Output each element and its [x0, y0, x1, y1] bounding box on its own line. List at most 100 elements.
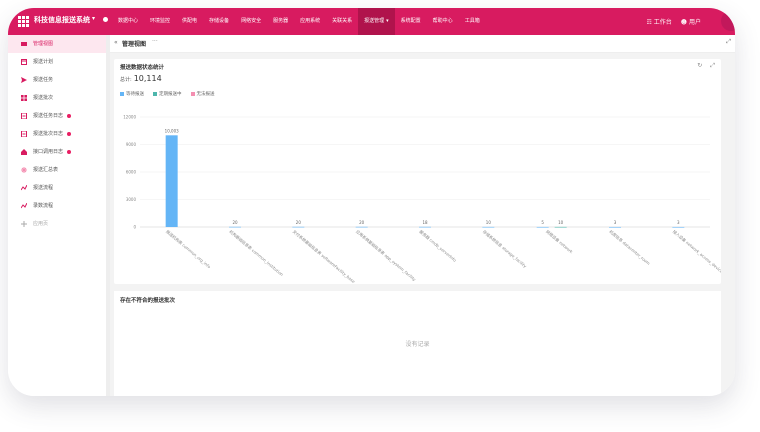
sidebar-item-label: 报送计划 [33, 59, 54, 65]
refresh-icon[interactable]: ↻ [697, 62, 702, 69]
nav-item-label: 数据中心 [118, 18, 139, 24]
total-count: 总计: 10,114 [120, 74, 162, 83]
sidebar-item-7[interactable]: 报送汇总表 [8, 161, 106, 179]
data-label: 10 [486, 220, 492, 225]
chevron-down-icon[interactable]: ▾ [92, 15, 95, 22]
x-tick-label: 网络设备 network [545, 228, 575, 255]
sidebar-item-label: 报送汇总表 [33, 167, 59, 173]
nav-item-label: 网络安全 [241, 18, 262, 24]
nav-item-label: 供配电 [182, 18, 198, 24]
app-window: 科技信息报送系统 ▾ 数据中心 环境监控 供配电 存储设备 网络安全 服务器 应用系统 关联关… [8, 8, 735, 396]
bar-2-0 [292, 226, 305, 228]
sidebar-item-8[interactable]: 报送流程 [8, 179, 106, 197]
sidebar-item-6[interactable]: 接口调用日志 [8, 143, 106, 161]
y-tick-label: 3000 [126, 197, 137, 202]
bar-5-0 [482, 226, 495, 228]
status-dot-icon [103, 17, 108, 22]
sidebar-item-label: 报送任务 [33, 77, 54, 83]
nav-item-label: 报送管理 [364, 18, 385, 24]
calendar-icon [21, 59, 27, 65]
legend-label: 定期报送中 [159, 92, 182, 97]
x-tick-label: 应用系统基础信息表 app_system_facility [355, 228, 418, 282]
flow-icon [21, 185, 27, 191]
sidebar-item-label: 报送批次 [33, 95, 54, 101]
data-label: 3 [677, 220, 680, 225]
tab-management-view[interactable]: 管理视图 [122, 39, 146, 48]
bar-0-0 [165, 135, 178, 227]
legend-label: 等待报送 [126, 92, 144, 97]
chevron-down-icon: ▾ [386, 18, 389, 24]
fullscreen-icon[interactable]: ⤢ [726, 38, 731, 46]
legend-swatch [190, 91, 195, 96]
more-icon[interactable]: ··· [152, 38, 158, 45]
legend-item[interactable]: 无法报送 [190, 91, 215, 97]
x-tick-label: 服务器 cmdb_serverInfo [418, 228, 458, 263]
nav-item-2[interactable]: 供配电 [176, 8, 203, 35]
notification-badge-icon [67, 131, 72, 136]
nav-item-7[interactable]: 关联关系 [326, 8, 358, 35]
legend-label: 无法报送 [196, 92, 215, 97]
sidebar-item-4[interactable]: 报送任务日志 [8, 107, 106, 125]
bar-6-0 [536, 226, 549, 228]
search-button[interactable] [721, 11, 735, 31]
apps-grid-icon[interactable] [18, 16, 29, 27]
nav-item-6[interactable]: 应用系统 [294, 8, 326, 35]
nav-item-8[interactable]: 报送管理 ▾ [358, 8, 395, 35]
data-label: 10 [558, 220, 564, 225]
sidebar-item-1[interactable]: 报送计划 [8, 53, 106, 71]
status-bar-chart: 0 3000 6000 9000 12000 10,003 报送机构表 common_org… [123, 115, 721, 285]
data-label: 20 [359, 220, 365, 225]
nav-item-label: 工具箱 [464, 18, 480, 24]
sidebar-item-3[interactable]: 报送批次 [8, 89, 106, 107]
sidebar-item-5[interactable]: 报送批次日志 [8, 125, 106, 143]
sidebar-item-9[interactable]: 录数流程 [8, 197, 106, 215]
grid-icon [21, 95, 27, 101]
sidebar-item-2[interactable]: 报送任务 [8, 71, 106, 89]
home-icon [21, 149, 27, 155]
notification-badge-icon [67, 149, 72, 154]
app-title[interactable]: 科技信息报送系统 [34, 15, 90, 25]
legend-item[interactable]: 等待报送 [120, 91, 144, 97]
nav-item-11[interactable]: 工具箱 [459, 8, 486, 35]
legend-item[interactable]: 定期报送中 [153, 91, 182, 97]
legend-swatch [120, 91, 124, 96]
nav-item-label: 系统配置 [400, 18, 421, 24]
sidebar-item-10[interactable]: 应用页 [8, 215, 106, 233]
workbench-button[interactable]: ☶ 工作台 [646, 17, 671, 26]
y-tick-label: 0 [133, 225, 136, 230]
nav-item-0[interactable]: 数据中心 [112, 8, 144, 35]
bar-6-1 [554, 226, 567, 228]
bar-4-0 [419, 226, 431, 228]
x-tick-label: 交付系统基础信息表 softwareFacility_base [292, 228, 357, 284]
data-label: 5 [541, 220, 544, 225]
collapse-sidebar-icon[interactable]: « [114, 39, 118, 46]
sidebar-item-label: 报送任务日志 [33, 113, 64, 119]
nav-item-9[interactable]: 系统配置 [395, 8, 427, 35]
nav-item-3[interactable]: 存储设备 [203, 8, 235, 35]
y-tick-label: 6000 [126, 170, 137, 175]
sidebar-item-label: 报送流程 [33, 185, 54, 191]
nav-item-4[interactable]: 网络安全 [235, 8, 267, 35]
nav-item-1[interactable]: 环境监控 [144, 8, 176, 35]
x-tick-label: 接入设备 network_access_device [672, 228, 721, 274]
card-tools: ↻ ⤢ [691, 62, 715, 70]
bar-1-0 [229, 226, 241, 228]
nav-item-5[interactable]: 服务器 [267, 8, 294, 35]
nav-item-label: 应用系统 [300, 18, 321, 24]
top-right-actions: ☶ 工作台 ☻ 用户 [637, 8, 701, 35]
user-icon: ☻ [680, 19, 688, 26]
document-icon [21, 131, 27, 137]
x-tick-label: 机构基础信息表 common_institution [228, 228, 285, 277]
monitor-icon [21, 42, 27, 46]
sidebar-item-label: 报送批次日志 [33, 131, 64, 137]
total-value: 10,114 [133, 74, 162, 83]
y-tick-label: 9000 [126, 142, 137, 147]
data-label: 20 [232, 220, 238, 225]
bar-8-0 [672, 226, 685, 228]
sidebar-item-0[interactable]: 管理视图 [8, 35, 106, 53]
nav-item-10[interactable]: 帮助中心 [427, 8, 459, 35]
user-menu-button[interactable]: ☻ 用户 [681, 17, 701, 26]
x-tick-label: 报送机构表 common_org_info [165, 228, 213, 269]
expand-icon[interactable]: ⤢ [710, 62, 715, 69]
sidebar: 管理视图报送计划报送任务报送批次报送任务日志 报送批次日志接口调用日志报送汇总表报… [8, 35, 106, 396]
